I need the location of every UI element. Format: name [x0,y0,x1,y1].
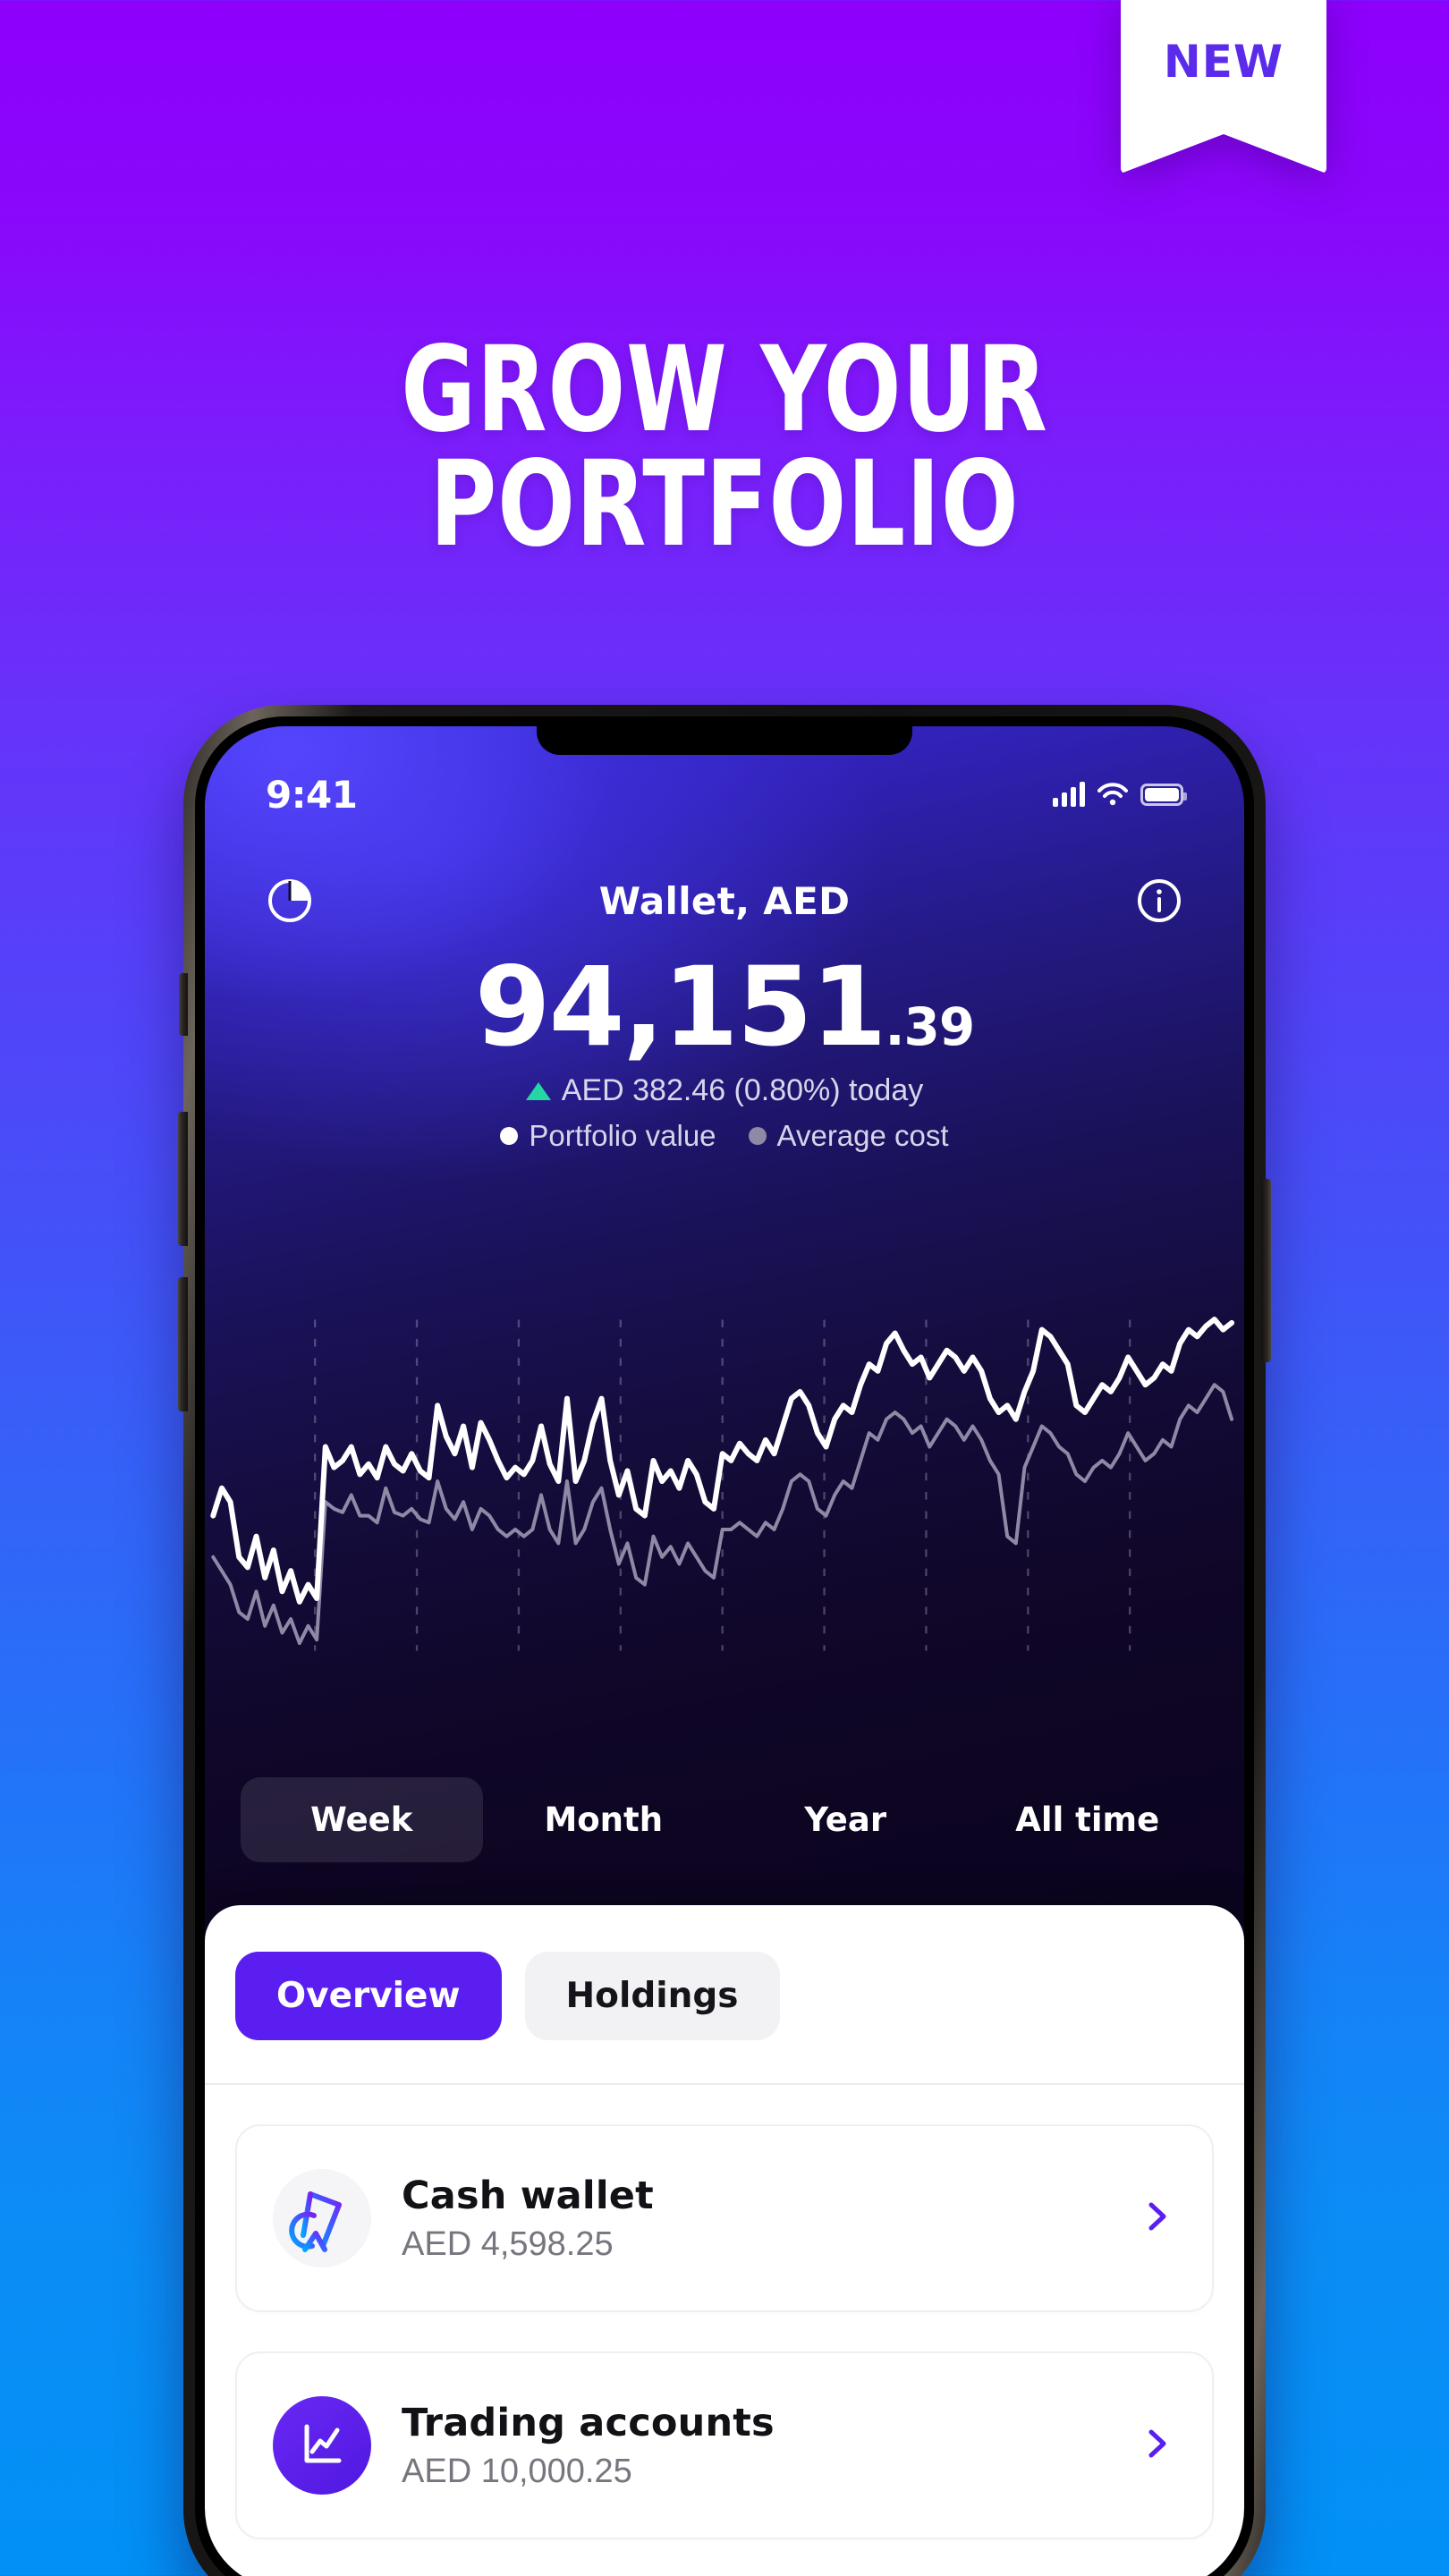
headline-line-2: PORTFOLIO [429,436,1020,574]
legend-item-portfolio-value: Portfolio value [500,1119,716,1153]
period-selector: Week Month Year All time [205,1777,1244,1862]
ribbon-label: NEW [1163,36,1284,88]
portfolio-chart[interactable] [205,1272,1244,1683]
balance-cents: .39 [885,996,976,1057]
list-item-text: Cash wallet AED 4,598.25 [402,2174,1137,2264]
daily-change-text: AED 382.46 (0.80%) today [561,1073,924,1108]
signal-bars-icon [1053,782,1085,807]
chevron-right-icon[interactable] [1137,2424,1176,2468]
triangle-up-icon [525,1081,551,1100]
cash-wallet-logo-icon [273,2169,371,2267]
status-bar-time: 9:41 [266,772,358,817]
account-name: Cash wallet [402,2173,654,2218]
silent-switch-button[interactable] [179,973,188,1036]
period-tab-month[interactable]: Month [483,1777,725,1862]
list-item[interactable]: Cash wallet AED 4,598.25 [235,2124,1214,2312]
status-bar-icons [1053,782,1187,807]
battery-icon [1140,783,1187,806]
wifi-icon [1097,783,1128,806]
info-icon[interactable] [1130,871,1189,930]
legend-label-average-cost: Average cost [776,1119,949,1153]
list-item[interactable]: Trading accounts AED 10,000.25 [235,2351,1214,2539]
legend-dot-icon [500,1127,519,1146]
list-item-text: Trading accounts AED 10,000.25 [402,2401,1137,2491]
legend-label-portfolio-value: Portfolio value [529,1119,716,1153]
wallet-title: Wallet, AED [598,878,851,923]
pie-chart-icon[interactable] [260,871,319,930]
tab-overview[interactable]: Overview [235,1952,502,2040]
power-button[interactable] [1261,1179,1271,1362]
line-chart-icon [273,2396,371,2495]
balance-whole: 94,151 [474,944,887,1071]
period-tab-all-time[interactable]: All time [967,1777,1209,1862]
legend-item-average-cost: Average cost [748,1119,949,1153]
chart-legend: Portfolio value Average cost [205,1119,1244,1153]
wallet-header: Wallet, AED [205,860,1244,941]
chevron-right-icon[interactable] [1137,2197,1176,2241]
page-title: GROW YOUR PORTFOLIO [101,331,1347,574]
phone-mockup: 9:41 Wallet, AED 94,151 .39 AED 382.46 (… [178,705,1271,2576]
volume-down-button[interactable] [178,1277,188,1411]
period-tab-year[interactable]: Year [724,1777,967,1862]
sheet-divider [205,2083,1244,2085]
status-bar: 9:41 [205,767,1244,821]
dynamic-island [537,726,912,755]
account-amount: AED 10,000.25 [402,2452,632,2490]
new-ribbon: NEW [1121,0,1326,174]
balance-block: 94,151.39 AED 382.46 (0.80%) today Portf… [205,950,1244,1153]
wallet-hero-section: 9:41 Wallet, AED 94,151 .39 AED 382.46 (… [205,726,1244,1925]
account-name: Trading accounts [402,2400,775,2445]
daily-change: AED 382.46 (0.80%) today [205,1073,1244,1108]
account-amount: AED 4,598.25 [402,2224,614,2263]
phone-screen: 9:41 Wallet, AED 94,151 .39 AED 382.46 (… [205,726,1244,2576]
tab-holdings[interactable]: Holdings [524,1952,780,2040]
accounts-sheet: Overview Holdings Cash wallet AED 4,598.… [205,1905,1244,2576]
legend-dot-icon [748,1127,767,1146]
period-tab-week[interactable]: Week [241,1777,483,1862]
volume-up-button[interactable] [178,1112,188,1246]
portfolio-balance: 94,151.39 [474,944,976,1071]
phone-bezel: 9:41 Wallet, AED 94,151 .39 AED 382.46 (… [195,716,1254,2576]
segmented-control: Overview Holdings [235,1905,1214,2083]
